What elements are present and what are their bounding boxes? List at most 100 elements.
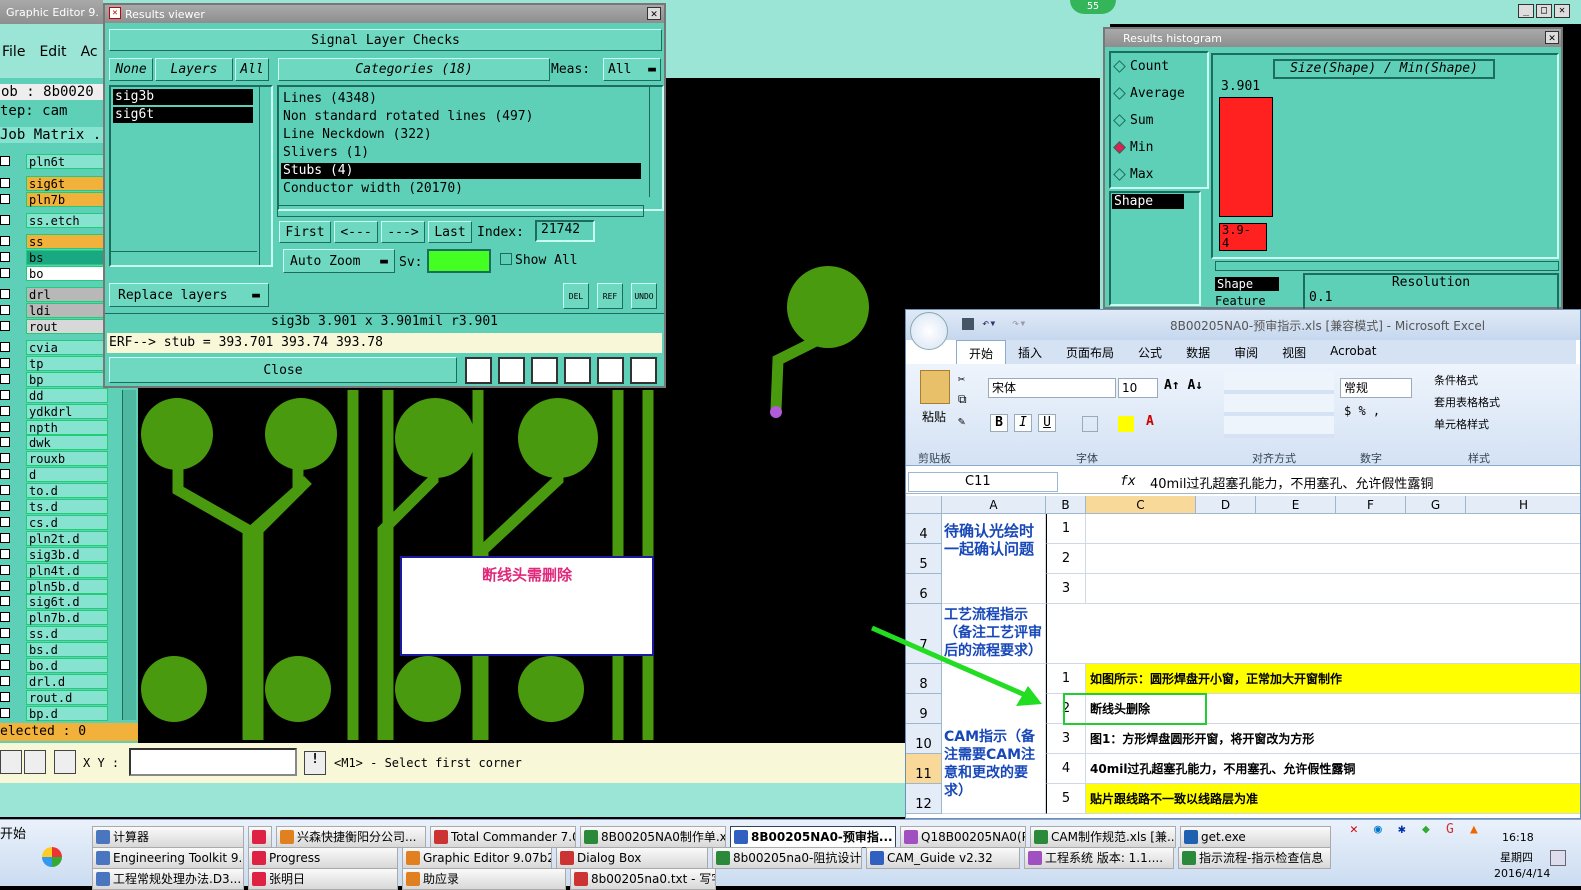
cell-b[interactable]: 4 bbox=[1046, 754, 1086, 784]
cell-c[interactable]: 贴片跟线路不一致以线路层为准 bbox=[1086, 784, 1580, 814]
shield-icon[interactable]: ◆ bbox=[1422, 822, 1442, 882]
save-icon[interactable] bbox=[962, 318, 974, 330]
index-input[interactable]: 21742 bbox=[535, 220, 595, 242]
horizontal-scrollbar[interactable] bbox=[1215, 261, 1559, 271]
category-item[interactable]: Stubs (4) bbox=[281, 163, 641, 179]
fill-color-icon[interactable] bbox=[1118, 416, 1134, 432]
layer-checkbox[interactable] bbox=[0, 564, 10, 575]
vertical-scrollbar[interactable] bbox=[649, 87, 661, 197]
aggregate-option-count[interactable]: Count bbox=[1113, 59, 1169, 74]
layer-name[interactable]: bs.d bbox=[26, 642, 108, 658]
layer-name[interactable]: rout bbox=[26, 319, 108, 334]
layer-row[interactable]: pln4t.d bbox=[0, 562, 108, 578]
layer-listbox[interactable]: sig3b sig6t bbox=[109, 85, 273, 267]
aggregate-option-sum[interactable]: Sum bbox=[1113, 113, 1153, 128]
layer-row[interactable]: ydkdrl bbox=[0, 403, 108, 419]
cell-b[interactable]: 5 bbox=[1046, 784, 1086, 814]
layer-name[interactable]: rouxb bbox=[26, 451, 108, 467]
first-button[interactable]: First bbox=[279, 221, 331, 243]
layer-row[interactable]: rout bbox=[0, 319, 108, 334]
layer-name[interactable]: pln7b.d bbox=[26, 610, 108, 626]
cut-icon[interactable]: ✂ bbox=[958, 372, 965, 386]
copy-icon[interactable]: ⧉ bbox=[958, 392, 967, 407]
layer-row[interactable]: ss bbox=[0, 234, 108, 249]
column-header[interactable]: C bbox=[1086, 496, 1196, 514]
layer-name[interactable]: pln2t.d bbox=[26, 530, 108, 546]
row-header[interactable]: 11 bbox=[906, 754, 942, 784]
refresh-icon[interactable]: REF bbox=[597, 283, 623, 309]
layer-checkbox[interactable] bbox=[0, 548, 10, 559]
layer-checkbox[interactable] bbox=[0, 252, 10, 262]
layer-name[interactable]: bo.d bbox=[26, 658, 108, 673]
windows-logo-icon[interactable] bbox=[42, 847, 62, 867]
formula-input[interactable]: 40mil过孔超塞孔能力，不用塞孔、允许假性露铜 bbox=[1150, 473, 1433, 492]
taskbar-button[interactable]: Graphic Editor 9.07b2 (... bbox=[402, 847, 552, 869]
next-button[interactable]: ---> bbox=[381, 221, 425, 243]
radio-selected-icon[interactable] bbox=[1113, 141, 1126, 154]
delete-icon[interactable]: DEL bbox=[563, 283, 589, 309]
horizontal-scrollbar[interactable] bbox=[111, 251, 257, 263]
layer-row[interactable]: ts.d bbox=[0, 499, 108, 514]
underline-icon[interactable]: U bbox=[1038, 414, 1056, 432]
taskbar-button[interactable]: CAM制作规范.xls [兼... bbox=[1030, 826, 1176, 848]
start-button[interactable]: 开始 bbox=[0, 823, 32, 842]
aggregate-option-average[interactable]: Average bbox=[1113, 86, 1185, 101]
last-button[interactable]: Last bbox=[428, 221, 472, 243]
shape-item[interactable]: Shape bbox=[1112, 194, 1184, 209]
layer-row[interactable]: pln2t.d bbox=[0, 530, 108, 546]
shape-listbox[interactable]: Shape bbox=[1109, 191, 1201, 306]
layer-row[interactable]: dd bbox=[0, 387, 108, 403]
taskbar-button[interactable]: get.exe bbox=[1180, 826, 1331, 848]
layer-checkbox[interactable] bbox=[0, 501, 10, 511]
tray-icon[interactable]: ✕ bbox=[1350, 822, 1370, 882]
radio-icon[interactable] bbox=[1113, 87, 1126, 100]
column-header[interactable]: B bbox=[1046, 496, 1086, 514]
ribbon-tab[interactable]: 插入 bbox=[1006, 340, 1054, 364]
layer-row[interactable]: rout.d bbox=[0, 689, 108, 705]
ribbon-tab[interactable]: 公式 bbox=[1126, 340, 1174, 364]
layer-row[interactable]: sig6t bbox=[0, 176, 108, 191]
layer-row[interactable]: pln7b.d bbox=[0, 610, 108, 626]
format-table-button[interactable]: 套用表格格式 bbox=[1434, 394, 1500, 410]
layer-row[interactable]: dwk bbox=[0, 435, 108, 451]
layer-name[interactable]: dwk bbox=[26, 435, 108, 451]
category-listbox[interactable]: Lines (4348) Non standard rotated lines (… bbox=[277, 85, 664, 211]
taskbar-button[interactable]: CAM_Guide v2.32 bbox=[866, 847, 1020, 869]
taskbar-button[interactable] bbox=[248, 826, 272, 848]
font-size-dropdown[interactable]: 10 bbox=[1118, 378, 1158, 398]
layer-name[interactable]: pln6t bbox=[26, 154, 108, 169]
layer-name[interactable]: cvia bbox=[26, 340, 108, 355]
layer-row[interactable]: ss.etch bbox=[0, 213, 108, 228]
category-item[interactable]: Conductor width (20170) bbox=[281, 181, 641, 197]
radio-icon[interactable] bbox=[1113, 114, 1126, 127]
layer-list-scrollbar[interactable] bbox=[122, 390, 136, 720]
layer-checkbox[interactable] bbox=[0, 437, 10, 448]
name-box[interactable]: C11 bbox=[908, 472, 1058, 492]
aggregate-option-min[interactable]: Min bbox=[1113, 140, 1153, 155]
row-header[interactable]: 6 bbox=[906, 574, 942, 604]
layers-button[interactable]: Layers bbox=[155, 58, 233, 81]
category-item[interactable]: Line Neckdown (322) bbox=[281, 127, 641, 143]
conditional-format-button[interactable]: 条件格式 bbox=[1434, 372, 1478, 388]
layer-name[interactable]: drl.d bbox=[26, 673, 108, 689]
taskbar-button[interactable]: 张明日 bbox=[248, 868, 398, 890]
category-item[interactable]: Lines (4348) bbox=[281, 91, 641, 107]
layer-checkbox[interactable] bbox=[0, 453, 10, 464]
auto-zoom-dropdown[interactable]: Auto Zoom ▬ bbox=[283, 249, 395, 273]
cell-b[interactable]: 3 bbox=[1046, 574, 1086, 604]
close-button[interactable]: Close bbox=[109, 357, 457, 383]
number-format-dropdown[interactable]: 常规 bbox=[1340, 378, 1412, 398]
categories-header[interactable]: Categories (18) bbox=[278, 58, 550, 81]
close-icon[interactable]: ✕ bbox=[1554, 4, 1570, 18]
layer-row[interactable]: d bbox=[0, 467, 108, 483]
layer-checkbox[interactable] bbox=[0, 421, 10, 432]
layer-name[interactable]: sig6t bbox=[26, 176, 108, 191]
format-painter-icon[interactable]: ✎ bbox=[958, 414, 965, 428]
taskbar-button[interactable]: 指示流程-指示检查信息 bbox=[1178, 847, 1331, 869]
layer-name[interactable]: sig6t.d bbox=[26, 594, 108, 610]
ribbon-tab[interactable]: Acrobat bbox=[1318, 340, 1388, 364]
cell-b[interactable]: 1 bbox=[1046, 514, 1086, 544]
taskbar-button[interactable]: Engineering Toolkit 9.07... bbox=[92, 847, 244, 869]
layer-checkbox[interactable] bbox=[0, 236, 10, 246]
layer-name[interactable]: npth bbox=[26, 419, 108, 435]
